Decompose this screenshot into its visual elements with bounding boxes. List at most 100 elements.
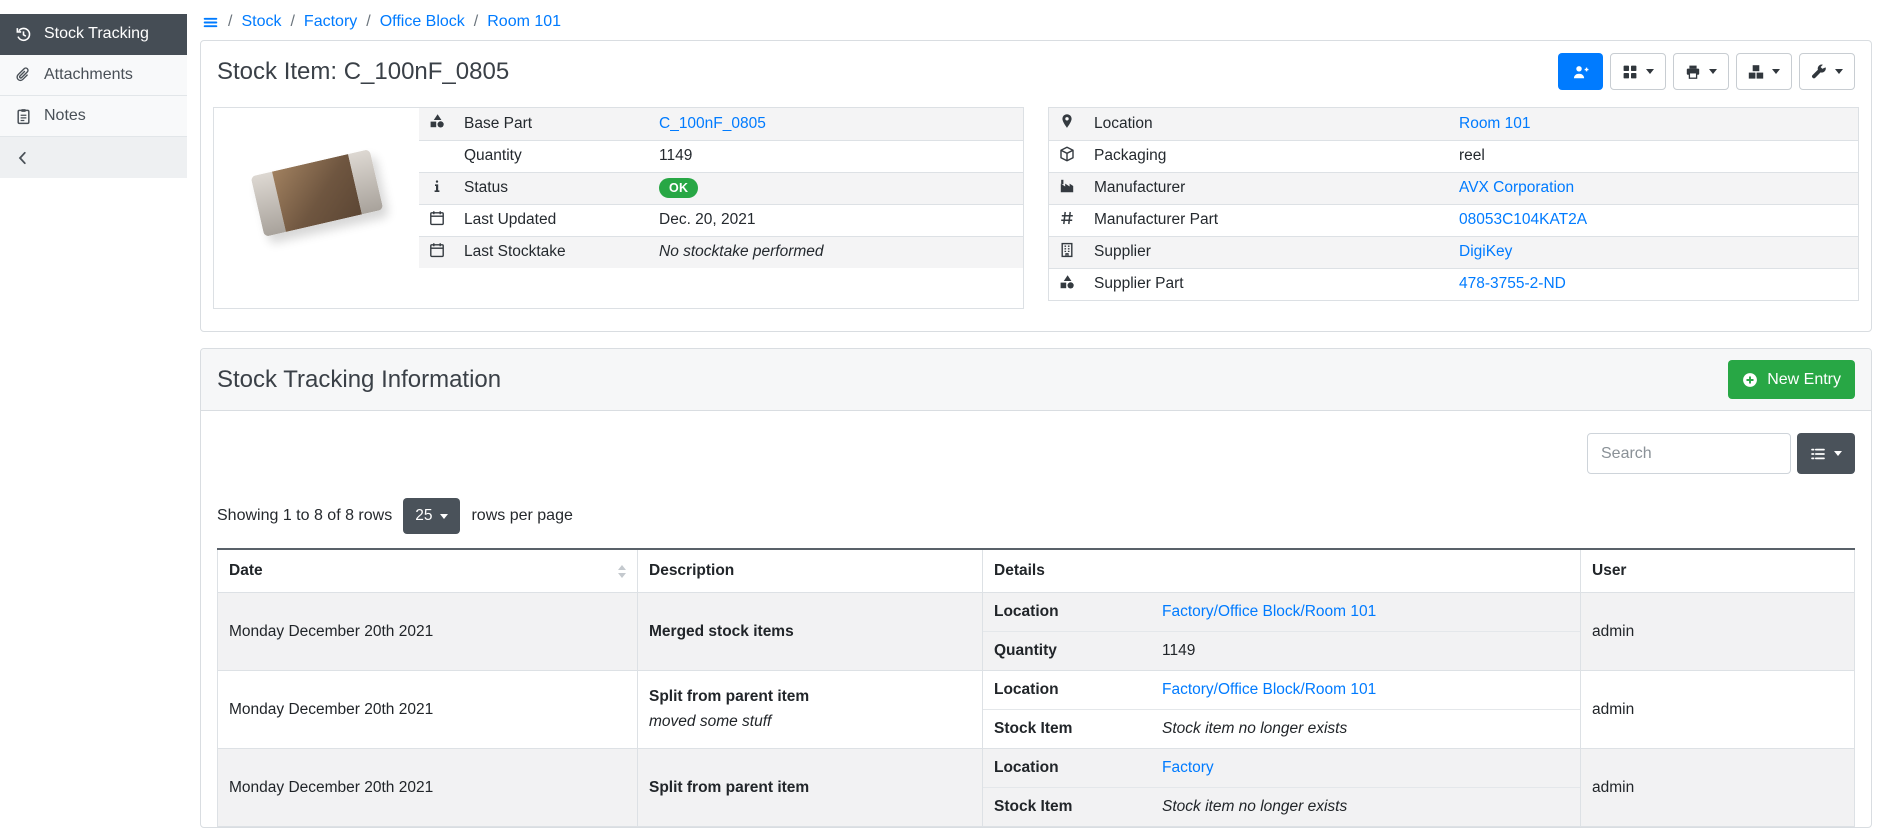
chevron-down-icon xyxy=(1834,451,1842,456)
tracking-row: Monday December 20th 2021 Merged stock i… xyxy=(218,593,1855,671)
row-date: Monday December 20th 2021 xyxy=(218,749,638,827)
column-header-date[interactable]: Date xyxy=(218,549,638,593)
breadcrumb-separator: / xyxy=(366,13,370,31)
breadcrumb-separator: / xyxy=(228,13,232,31)
stock-item-panel: Stock Item: C_100nF_0805 xyxy=(200,40,1872,332)
detail-row-last-stocktake: Last Stocktake No stocktake performed xyxy=(419,236,1023,268)
manufacturer-link[interactable]: AVX Corporation xyxy=(1459,179,1574,196)
quantity-value: 1149 xyxy=(650,140,1023,172)
sidebar-collapse-button[interactable] xyxy=(0,137,187,178)
row-date: Monday December 20th 2021 xyxy=(218,593,638,671)
breadcrumb-room-101[interactable]: Room 101 xyxy=(487,13,561,31)
sidebar-item-attachments[interactable]: Attachments xyxy=(0,55,187,96)
showing-rows-text: Showing 1 to 8 of 8 rows xyxy=(217,507,392,525)
manufacturer-part-link[interactable]: 08053C104KAT2A xyxy=(1459,211,1587,228)
sidebar-item-notes[interactable]: Notes xyxy=(0,96,187,137)
display-options-button[interactable] xyxy=(1610,53,1666,90)
breadcrumb-factory[interactable]: Factory xyxy=(304,13,357,31)
shapes-icon xyxy=(429,113,445,129)
tracking-table-header-row: Date Description Details User xyxy=(218,549,1855,593)
detail-row-packaging: Packaging reel xyxy=(1049,140,1858,172)
stock-tracking-panel: Stock Tracking Information New Entry Sho… xyxy=(200,348,1872,828)
column-header-details: Details xyxy=(983,549,1581,593)
search-input[interactable] xyxy=(1587,433,1791,474)
new-entry-button[interactable]: New Entry xyxy=(1728,360,1855,399)
stock-item-details: Base Part C_100nF_0805 Quantity 1149 Sta… xyxy=(201,99,1871,331)
chevron-down-icon xyxy=(440,514,448,519)
detail-label: Packaging xyxy=(1085,140,1450,172)
details-left-table: Base Part C_100nF_0805 Quantity 1149 Sta… xyxy=(419,108,1023,268)
sidebar: Stock Tracking Attachments Notes xyxy=(0,14,187,178)
part-thumbnail[interactable] xyxy=(214,108,419,278)
tools-icon xyxy=(1811,64,1827,80)
map-marker-icon xyxy=(1059,113,1075,129)
user-actions-button[interactable] xyxy=(1558,53,1603,90)
capacitor-body xyxy=(272,154,362,232)
edit-actions-button[interactable] xyxy=(1799,53,1855,90)
grid-icon xyxy=(1622,64,1638,80)
row-description: Split from parent item xyxy=(638,749,983,827)
stock-tracking-body: Showing 1 to 8 of 8 rows 25 rows per pag… xyxy=(201,411,1871,827)
breadcrumb-stock[interactable]: Stock xyxy=(241,13,281,31)
stock-actions-button[interactable] xyxy=(1736,53,1792,90)
sidebar-item-stock-tracking[interactable]: Stock Tracking xyxy=(0,14,187,55)
location-link[interactable]: Factory xyxy=(1162,759,1214,777)
chevron-left-icon xyxy=(15,150,31,166)
row-user: admin xyxy=(1581,671,1855,749)
list-view-button[interactable] xyxy=(1797,433,1855,474)
row-user: admin xyxy=(1581,593,1855,671)
menu-icon[interactable] xyxy=(202,14,219,31)
box-icon xyxy=(1059,146,1075,162)
sidebar-item-label: Notes xyxy=(44,107,86,125)
details-right-block: Location Room 101 Packaging reel Manufac… xyxy=(1048,107,1859,301)
detail-row-base-part: Base Part C_100nF_0805 xyxy=(419,108,1023,140)
sort-icon[interactable] xyxy=(618,565,626,578)
supplier-part-link[interactable]: 478-3755-2-ND xyxy=(1459,275,1566,292)
main-content: / Stock / Factory / Office Block / Room … xyxy=(200,0,1872,828)
detail-label: Location xyxy=(1085,108,1450,140)
user-plus-icon xyxy=(1573,64,1589,80)
detail-sub-row: Location Factory/Office Block/Room 101 xyxy=(983,593,1580,632)
detail-row-status: Status OK xyxy=(419,172,1023,204)
packaging-value: reel xyxy=(1450,140,1858,172)
status-badge: OK xyxy=(659,178,698,198)
plus-circle-icon xyxy=(1742,372,1758,388)
building-icon xyxy=(1059,242,1075,258)
row-details: Location Factory/Office Block/Room 101 Q… xyxy=(983,593,1581,671)
location-link[interactable]: Room 101 xyxy=(1459,115,1531,132)
shapes-icon xyxy=(1059,274,1075,290)
location-link[interactable]: Factory/Office Block/Room 101 xyxy=(1162,603,1376,621)
last-updated-value: Dec. 20, 2021 xyxy=(650,204,1023,236)
page-size-value: 25 xyxy=(415,507,432,525)
history-icon xyxy=(15,26,32,43)
capacitor-image xyxy=(250,149,383,237)
location-link[interactable]: Factory/Office Block/Room 101 xyxy=(1162,681,1376,699)
sidebar-item-label: Stock Tracking xyxy=(44,25,149,43)
print-actions-button[interactable] xyxy=(1673,53,1729,90)
details-left-block: Base Part C_100nF_0805 Quantity 1149 Sta… xyxy=(213,107,1024,309)
page-size-select[interactable]: 25 xyxy=(403,498,460,534)
new-entry-label: New Entry xyxy=(1767,371,1841,389)
detail-sub-row: Location Factory xyxy=(983,749,1580,788)
base-part-link[interactable]: C_100nF_0805 xyxy=(659,115,766,132)
supplier-link[interactable]: DigiKey xyxy=(1459,243,1512,260)
boxes-icon xyxy=(1748,64,1764,80)
breadcrumb-office-block[interactable]: Office Block xyxy=(380,13,465,31)
column-header-description: Description xyxy=(638,549,983,593)
calendar-icon xyxy=(429,242,445,258)
details-right-table: Location Room 101 Packaging reel Manufac… xyxy=(1049,108,1858,300)
detail-label: Last Updated xyxy=(455,204,650,236)
chevron-down-icon xyxy=(1835,69,1843,74)
breadcrumb: / Stock / Factory / Office Block / Room … xyxy=(200,0,1872,40)
chevron-down-icon xyxy=(1709,69,1717,74)
detail-sub-row: Stock Item Stock item no longer exists xyxy=(983,710,1580,748)
detail-sub-row: Quantity 1149 xyxy=(983,632,1580,670)
hash-icon xyxy=(1059,210,1075,226)
info-icon xyxy=(429,178,445,194)
row-description: Merged stock items xyxy=(638,593,983,671)
detail-sub-row: Stock Item Stock item no longer exists xyxy=(983,788,1580,826)
detail-row-supplier-part: Supplier Part 478-3755-2-ND xyxy=(1049,268,1858,300)
chevron-down-icon xyxy=(1646,69,1654,74)
tracking-row: Monday December 20th 2021 Split from par… xyxy=(218,749,1855,827)
stock-item-toolbar xyxy=(1558,53,1855,90)
